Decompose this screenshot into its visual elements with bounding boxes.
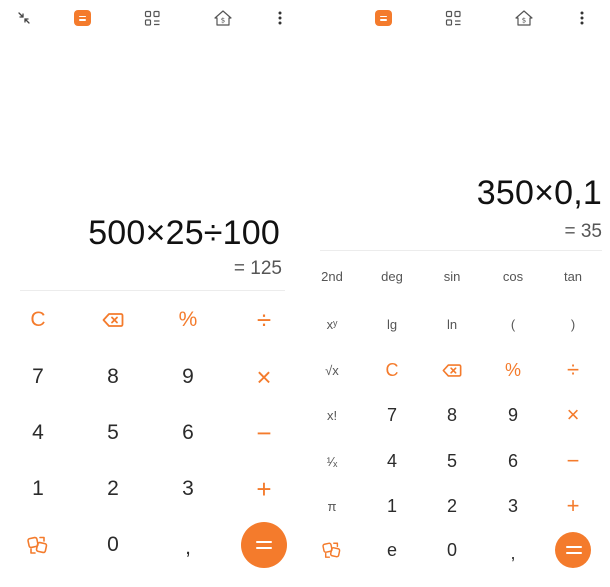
swap-mode-icon: [322, 542, 341, 558]
backspace-icon: [102, 313, 124, 327]
decimal-comma-button[interactable]: ,: [168, 533, 208, 563]
backspace-button[interactable]: [93, 305, 133, 335]
digit-2-button[interactable]: 2: [93, 474, 133, 504]
converter-grid-icon[interactable]: [142, 8, 162, 28]
equals-icon: [256, 540, 272, 550]
digit-3-button[interactable]: 3: [493, 492, 533, 520]
power-button[interactable]: xʸ: [312, 310, 352, 338]
digit-1-button[interactable]: 1: [372, 492, 412, 520]
sqrt-button[interactable]: √x: [312, 356, 352, 384]
percent-button[interactable]: %: [493, 356, 533, 384]
factorial-button[interactable]: x!: [312, 401, 352, 429]
digit-4-button[interactable]: 4: [372, 447, 412, 475]
calculator-mode-icon[interactable]: [373, 8, 393, 28]
more-vert-icon[interactable]: [572, 8, 592, 28]
calculator-mode-icon[interactable]: [72, 8, 92, 28]
calculator-right-panel: $ 350×0,1 = 35 2nd deg sin cos tan xʸ lg…: [318, 0, 610, 587]
result-display: = 125: [233, 258, 282, 279]
clear-button[interactable]: C: [372, 356, 412, 384]
digit-9-button[interactable]: 9: [168, 362, 208, 392]
more-vert-icon[interactable]: [270, 8, 290, 28]
left-paren-button[interactable]: (: [493, 310, 533, 338]
percent-button[interactable]: %: [168, 305, 208, 335]
digit-3-button[interactable]: 3: [168, 474, 208, 504]
digit-4-button[interactable]: 4: [18, 418, 58, 448]
digit-5-button[interactable]: 5: [93, 418, 133, 448]
digit-6-button[interactable]: 6: [493, 447, 533, 475]
equals-button[interactable]: [555, 532, 591, 568]
currency-house-icon[interactable]: $: [213, 8, 233, 28]
reciprocal-button[interactable]: ¹⁄ₓ: [312, 447, 352, 475]
backspace-icon: [442, 363, 462, 377]
lg-button[interactable]: lg: [372, 310, 412, 338]
clear-button[interactable]: C: [18, 305, 58, 335]
converter-grid-icon[interactable]: [443, 8, 463, 28]
equals-icon: [566, 545, 582, 555]
expression-display: 350×0,1: [476, 174, 602, 212]
digit-8-button[interactable]: 8: [432, 401, 472, 429]
switch-mode-button[interactable]: [18, 530, 58, 560]
expression-display: 500×25÷100: [88, 214, 280, 252]
digit-5-button[interactable]: 5: [432, 447, 472, 475]
svg-text:$: $: [522, 17, 526, 25]
currency-house-icon[interactable]: $: [514, 8, 534, 28]
multiply-button[interactable]: ×: [244, 362, 284, 392]
calculator-left-panel: $ 500×25÷100 = 125 C % ÷ 7 8 9 × 4 5 6 −…: [0, 0, 300, 587]
minus-button[interactable]: −: [244, 418, 284, 448]
pi-button[interactable]: π: [312, 492, 352, 520]
ln-button[interactable]: ln: [432, 310, 472, 338]
deg-button[interactable]: deg: [372, 262, 412, 290]
digit-7-button[interactable]: 7: [372, 401, 412, 429]
svg-text:$: $: [221, 17, 225, 25]
divide-button[interactable]: ÷: [553, 356, 593, 384]
swap-mode-icon: [27, 536, 48, 554]
right-paren-button[interactable]: ): [553, 310, 593, 338]
display-divider: [320, 250, 602, 251]
divide-button[interactable]: ÷: [244, 305, 284, 335]
digit-0-button[interactable]: 0: [93, 530, 133, 560]
collapse-icon[interactable]: [14, 8, 34, 28]
multiply-button[interactable]: ×: [553, 401, 593, 429]
plus-button[interactable]: +: [244, 474, 284, 504]
switch-mode-button[interactable]: [312, 536, 352, 564]
cos-button[interactable]: cos: [493, 262, 533, 290]
backspace-button[interactable]: [432, 356, 472, 384]
euler-e-button[interactable]: e: [372, 536, 412, 564]
minus-button[interactable]: −: [553, 447, 593, 475]
equals-button[interactable]: [241, 522, 287, 568]
digit-8-button[interactable]: 8: [93, 362, 133, 392]
second-function-button[interactable]: 2nd: [312, 262, 352, 290]
digit-1-button[interactable]: 1: [18, 474, 58, 504]
tan-button[interactable]: tan: [553, 262, 593, 290]
plus-button[interactable]: +: [553, 492, 593, 520]
result-display: = 35: [564, 221, 602, 242]
toolbar: $: [318, 0, 610, 38]
decimal-comma-button[interactable]: ,: [493, 539, 533, 567]
digit-6-button[interactable]: 6: [168, 418, 208, 448]
digit-9-button[interactable]: 9: [493, 401, 533, 429]
toolbar: $: [0, 0, 300, 38]
digit-0-button[interactable]: 0: [432, 536, 472, 564]
sin-button[interactable]: sin: [432, 262, 472, 290]
digit-2-button[interactable]: 2: [432, 492, 472, 520]
digit-7-button[interactable]: 7: [18, 362, 58, 392]
display-divider: [20, 290, 285, 291]
